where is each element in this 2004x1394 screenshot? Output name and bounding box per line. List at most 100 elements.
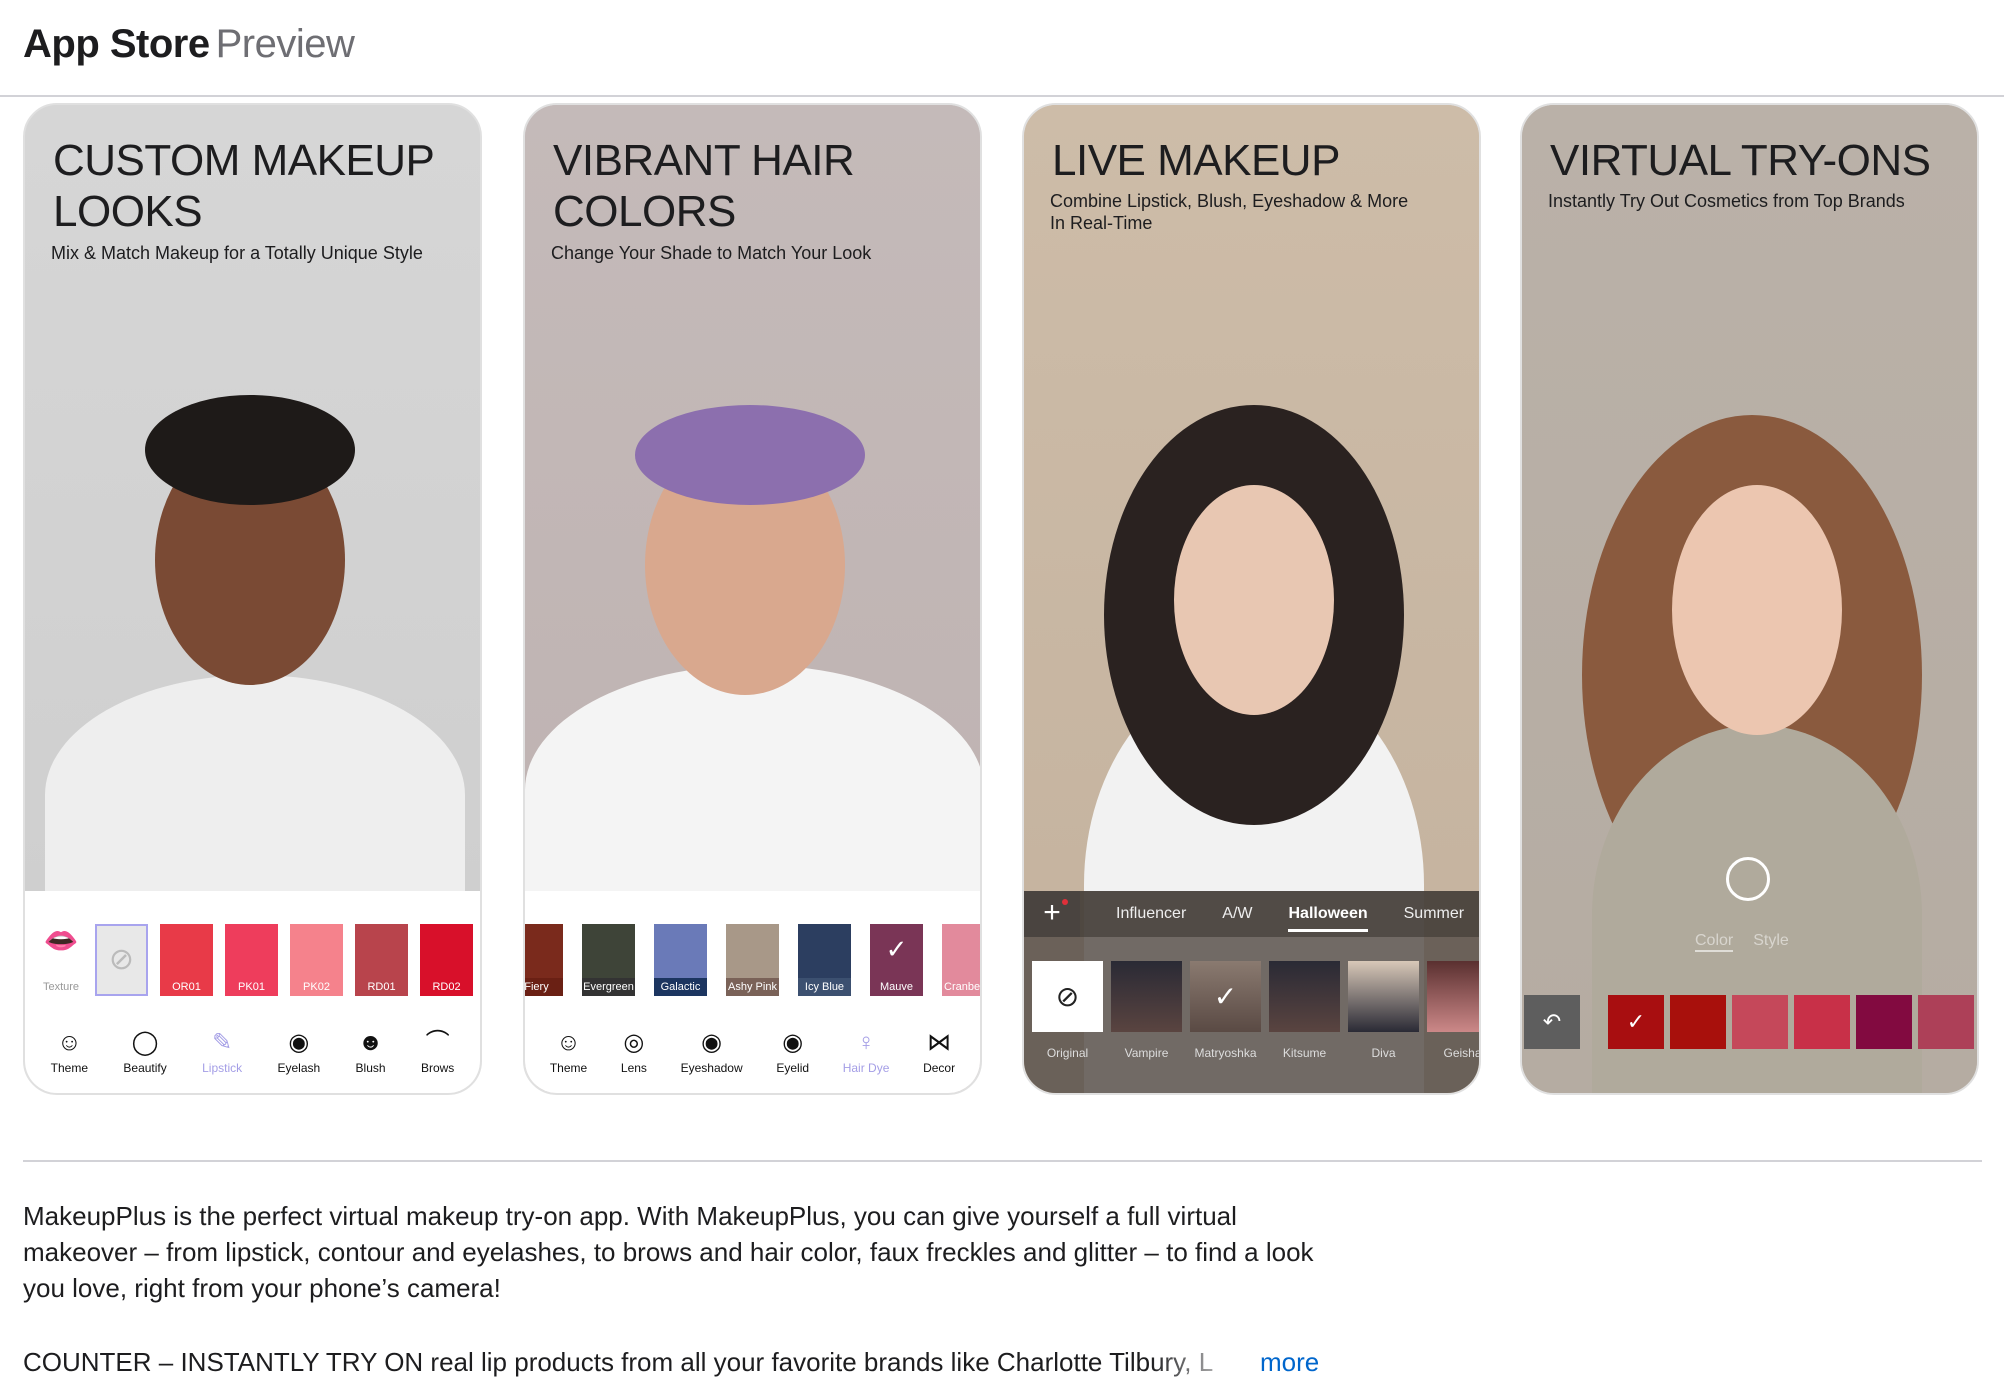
texture-label: Texture: [42, 981, 80, 993]
tool-eyelash[interactable]: ◉ Eyelash: [277, 1029, 320, 1075]
look-original[interactable]: ⊘ Original: [1032, 961, 1103, 1060]
lip-swatch[interactable]: [1856, 995, 1912, 1049]
swatch[interactable]: OR01: [160, 924, 213, 996]
card-title: VIBRANT HAIR COLORS: [553, 136, 855, 236]
none-icon: ⊘: [1032, 961, 1103, 1032]
tool-label: Lipstick: [202, 1061, 243, 1075]
swatch-label: Icy Blue: [798, 978, 851, 996]
undo-icon[interactable]: ↶: [1524, 995, 1580, 1049]
swatch[interactable]: PK01: [225, 924, 278, 996]
swatch[interactable]: PK02: [290, 924, 343, 996]
tool-theme[interactable]: ☺ Theme: [550, 1029, 587, 1075]
lip-swatch[interactable]: [1794, 995, 1850, 1049]
app-store-logo[interactable]: App Store Preview: [23, 22, 355, 67]
lens-icon: ◎: [623, 1029, 645, 1056]
swatch-label: PK01: [238, 981, 265, 993]
lip-color-row: ↶ ✓: [1524, 995, 1974, 1049]
card-subtitle: Instantly Try Out Cosmetics from Top Bra…: [1548, 191, 1905, 211]
swatch[interactable]: Ashy Pink: [726, 924, 779, 996]
swatch[interactable]: RD02: [420, 924, 473, 996]
tool-label: Brows: [420, 1061, 455, 1075]
lip-swatch[interactable]: [1918, 995, 1974, 1049]
tool-decor[interactable]: ⋈ Decor: [923, 1029, 955, 1075]
face-icon: ◯: [131, 1029, 159, 1056]
none-swatch[interactable]: ⊘: [95, 924, 148, 996]
lip-swatch[interactable]: [1670, 995, 1726, 1049]
look-diva[interactable]: Diva: [1348, 961, 1419, 1060]
look-label: Diva: [1371, 1046, 1396, 1060]
app-description: MakeupPlus is the perfect virtual makeup…: [23, 1201, 1314, 1303]
tool-label: Hair Dye: [842, 1061, 890, 1075]
look-thumbnail: [1348, 961, 1419, 1032]
more-link[interactable]: more: [1254, 1344, 1320, 1380]
divider: [23, 1160, 1982, 1162]
look-geisha[interactable]: Geisha: [1427, 961, 1479, 1060]
text-fade: [1150, 1340, 1254, 1384]
tool-theme[interactable]: ☺ Theme: [51, 1029, 88, 1075]
hair-dye-panel: Fiery Evergreen Galactic Ashy Pink Icy B…: [525, 891, 980, 1093]
screenshot-hair-colors[interactable]: VIBRANT HAIR COLORS Change Your Shade to…: [523, 103, 982, 1095]
tool-blush[interactable]: ☻ Blush: [356, 1029, 386, 1075]
lip-swatch[interactable]: [1732, 995, 1788, 1049]
texture-button[interactable]: 👄 Texture: [39, 924, 83, 996]
tool-beautify[interactable]: ◯ Beautify: [123, 1029, 166, 1075]
eyeshadow-icon: ◉: [701, 1029, 723, 1056]
tab-summer[interactable]: Summer: [1404, 905, 1464, 923]
tab-style[interactable]: Style: [1753, 932, 1789, 952]
screenshot-live-makeup[interactable]: LIVE MAKEUP Combine Lipstick, Blush, Eye…: [1022, 103, 1481, 1095]
tool-label: Decor: [923, 1061, 956, 1075]
look-thumbnail: [1427, 961, 1479, 1032]
tab-influencer[interactable]: Influencer: [1116, 905, 1186, 923]
look-matryoshka[interactable]: ✓ Matryoshka: [1190, 961, 1261, 1060]
tool-lipstick[interactable]: ✎ Lipstick: [202, 1029, 242, 1075]
look-label: Vampire: [1124, 1046, 1169, 1060]
swatch[interactable]: Cranberry: [942, 924, 980, 996]
tool-label: Eyelash: [277, 1061, 321, 1075]
check-icon: ✓: [1190, 961, 1261, 1032]
blush-icon: ☻: [357, 1029, 384, 1056]
swatch[interactable]: Evergreen: [582, 924, 635, 996]
check-icon: ✓: [885, 934, 908, 964]
look-kitsume[interactable]: Kitsume: [1269, 961, 1340, 1060]
tool-hair-dye[interactable]: ♀ Hair Dye: [843, 1029, 890, 1075]
eyelash-icon: ◉: [288, 1029, 310, 1056]
preview-text: Preview: [215, 22, 355, 66]
tool-label: Lens: [620, 1061, 647, 1075]
capture-ring[interactable]: [1726, 857, 1770, 901]
lips-icon: 👄: [43, 925, 79, 956]
swatch-label: PK02: [303, 981, 330, 993]
app-store-header: App Store Preview: [0, 0, 2004, 97]
swatch-label: Fiery: [525, 978, 563, 996]
screenshot-virtual-try-ons[interactable]: VIRTUAL TRY-ONS Instantly Try Out Cosmet…: [1520, 103, 1979, 1095]
swatch-label: Evergreen: [582, 978, 635, 996]
lip-swatch-selected[interactable]: ✓: [1608, 995, 1664, 1049]
swatch[interactable]: RD01: [355, 924, 408, 996]
tool-eyelid[interactable]: ◉ Eyelid: [776, 1029, 809, 1075]
tool-label: Eyeshadow: [680, 1061, 743, 1075]
tool-eyeshadow[interactable]: ◉ Eyeshadow: [681, 1029, 743, 1075]
card-subtitle: Mix & Match Makeup for a Totally Unique …: [51, 243, 423, 263]
screenshot-custom-makeup[interactable]: CUSTOM MAKEUP LOOKS Mix & Match Makeup f…: [23, 103, 482, 1095]
tool-label: Beautify: [123, 1061, 167, 1075]
swatch-selected[interactable]: ✓ Mauve: [870, 924, 923, 996]
brows-icon: ⌒: [425, 1029, 450, 1056]
lipstick-panel: 👄 Texture ⊘ OR01 PK01 PK02 RD01 RD02 ☺ The…: [25, 891, 480, 1093]
tool-label: Eyelid: [776, 1061, 810, 1075]
swatch[interactable]: Fiery: [525, 924, 563, 996]
tool-lens[interactable]: ◎ Lens: [621, 1029, 647, 1075]
tool-brows[interactable]: ⌒ Brows: [421, 1029, 454, 1075]
swatch-label: RD02: [432, 981, 461, 993]
add-icon[interactable]: +: [1024, 891, 1080, 937]
swatch[interactable]: Galactic: [654, 924, 707, 996]
tab-halloween[interactable]: Halloween: [1288, 905, 1368, 932]
look-category-tabs: + Influencer A/W Halloween Summer: [1024, 891, 1479, 937]
tab-aw[interactable]: A/W: [1222, 905, 1252, 923]
tool-label: Theme: [549, 1061, 588, 1075]
look-vampire[interactable]: Vampire: [1111, 961, 1182, 1060]
tab-color[interactable]: Color: [1695, 932, 1734, 952]
theme-icon: ☺: [57, 1029, 82, 1056]
swatch[interactable]: Icy Blue: [798, 924, 851, 996]
look-thumbnail: [1111, 961, 1182, 1032]
eyelid-icon: ◉: [782, 1029, 804, 1056]
card-title: VIRTUAL TRY-ONS: [1550, 136, 1931, 185]
